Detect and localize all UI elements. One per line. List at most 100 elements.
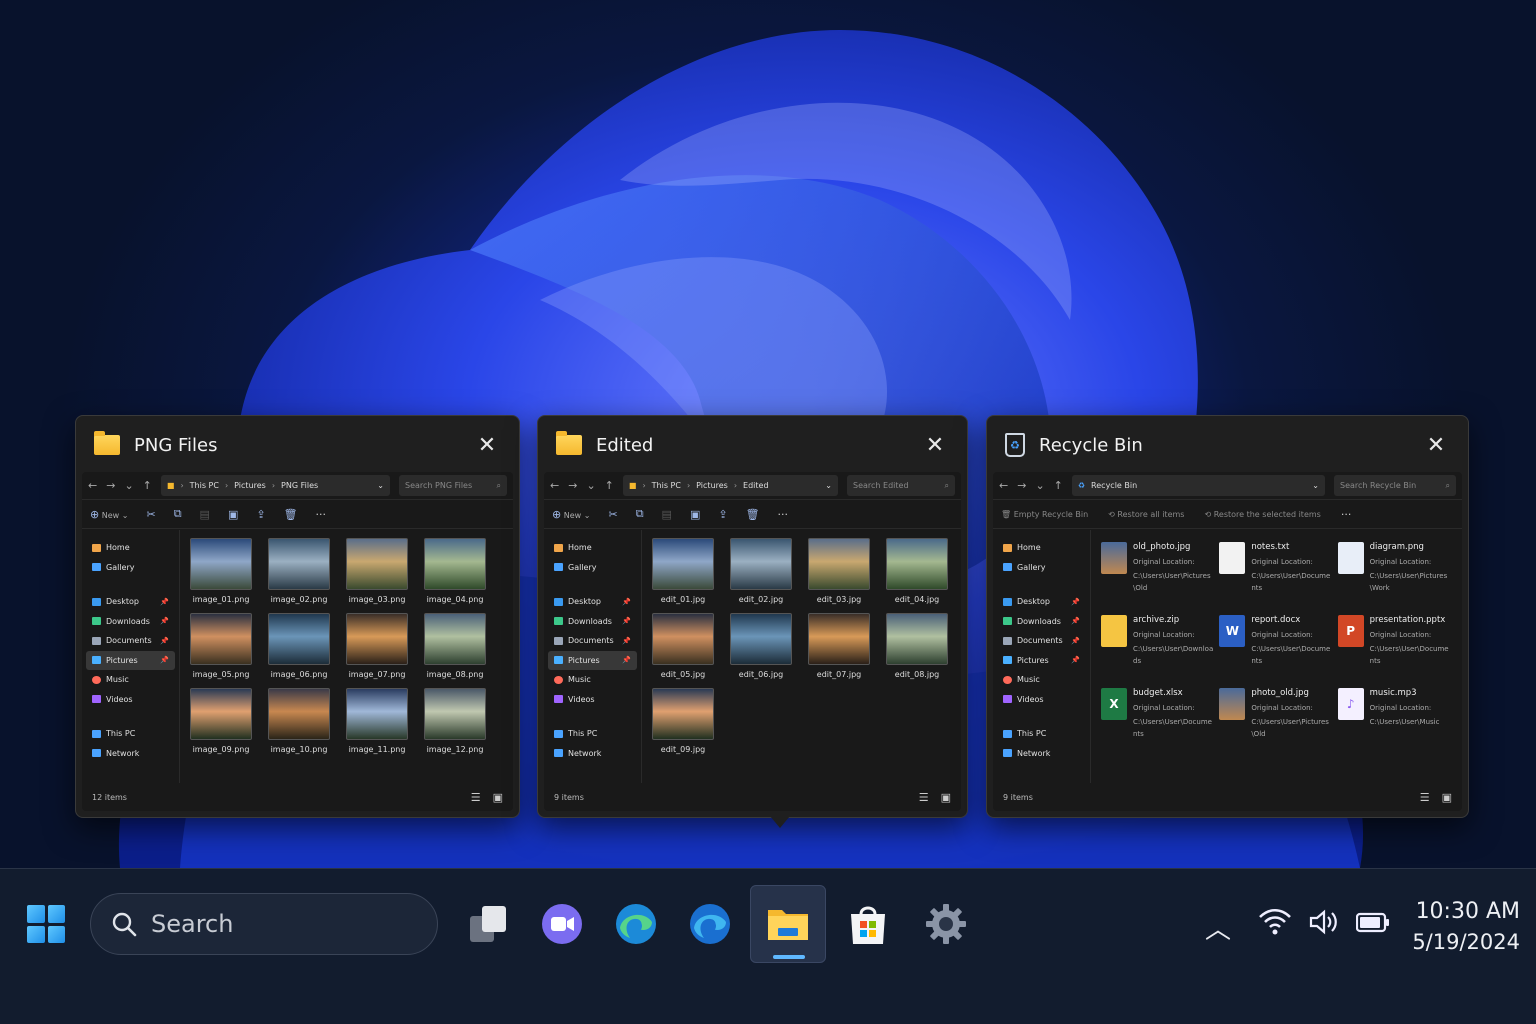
wifi-icon[interactable] [1258,907,1292,944]
nav-item-documents[interactable]: Documents 📌 [548,631,637,651]
file-explorer-button[interactable] [750,885,826,963]
close-button[interactable]: ✕ [921,431,949,459]
large-icons-view-icon[interactable]: ▣ [1442,791,1452,804]
large-icons-view-icon[interactable]: ▣ [941,791,951,804]
deleted-item[interactable]: diagram.png Original Location: C:\Users\Us… [1337,542,1452,615]
file-tile[interactable]: edit_07.jpg [808,613,870,679]
file-tile[interactable]: edit_04.jpg [886,538,948,604]
nav-item-videos[interactable]: Videos [86,690,175,710]
nav-item-downloads[interactable]: Downloads 📌 [997,612,1086,632]
deleted-item[interactable]: Xbudget.xlsx Original Location: C:\Users\U… [1101,688,1215,761]
window-preview-recycle-bin[interactable]: ♻ Recycle Bin ✕ ← → ⌄ ↑ ♻ Recycle Bin ⌄ … [986,415,1469,818]
details-view-icon[interactable]: ☰ [471,791,481,804]
breadcrumb[interactable]: ♻ Recycle Bin ⌄ [1071,475,1325,496]
task-view-button[interactable] [450,885,526,963]
deleted-item[interactable]: Ppresentation.pptx Original Location: C:\U… [1337,615,1452,688]
file-tile[interactable]: edit_02.jpg [730,538,792,604]
large-icons-view-icon[interactable]: ▣ [493,791,503,804]
cut-icon[interactable]: ✂ [146,508,155,521]
more-icon[interactable]: ··· [316,508,327,521]
nav-item-pictures[interactable]: Pictures 📌 [548,650,637,670]
new-button[interactable]: ⊕ New ⌄ [90,508,128,521]
deleted-item[interactable]: ♪ music.mp3 Original Location: C:\Users\Use… [1337,688,1452,761]
restore-selected-button[interactable]: ⟲ Restore the selected items [1204,510,1320,519]
share-icon[interactable]: ⇪ [256,508,265,521]
up-icon[interactable]: ↑ [1054,479,1063,492]
teams-button[interactable] [524,885,600,963]
paste-icon[interactable]: ▤ [200,508,210,521]
nav-item-this-pc[interactable]: This PC [86,724,175,744]
file-tile[interactable]: edit_09.jpg [652,688,714,754]
nav-item-gallery[interactable]: Gallery [86,558,175,578]
breadcrumb[interactable]: ■ › This PC › Pictures › Edited ⌄ [622,475,838,496]
file-tile[interactable]: edit_05.jpg [652,613,714,679]
nav-item-this-pc[interactable]: This PC [548,724,637,744]
file-tile[interactable]: edit_01.jpg [652,538,714,604]
nav-item-pictures[interactable]: Pictures 📌 [86,650,175,670]
copy-icon[interactable]: ⧉ [174,507,182,521]
nav-item-videos[interactable]: Videos [548,690,637,710]
file-tile[interactable]: edit_06.jpg [730,613,792,679]
nav-item-desktop[interactable]: Desktop 📌 [548,592,637,612]
nav-item-documents[interactable]: Documents 📌 [86,631,175,651]
file-tile[interactable]: image_07.png [346,613,408,679]
copy-icon[interactable]: ⧉ [636,507,644,521]
volume-icon[interactable] [1308,907,1342,944]
file-tile[interactable]: image_11.png [346,688,408,754]
file-tile[interactable]: image_09.png [190,688,252,754]
nav-item-downloads[interactable]: Downloads 📌 [548,612,637,632]
close-button[interactable]: ✕ [473,431,501,459]
forward-icon[interactable]: → [106,479,115,492]
settings-button[interactable] [908,885,984,963]
taskbar-search[interactable]: Search [90,893,438,955]
nav-item-music[interactable]: Music [86,670,175,690]
details-view-icon[interactable]: ☰ [919,791,929,804]
empty-recycle-bin-button[interactable]: 🗑 Empty Recycle Bin [1001,510,1088,519]
new-button[interactable]: ⊕ New ⌄ [552,508,590,521]
deleted-item[interactable]: notes.txt Original Location: C:\Users\User… [1219,542,1333,615]
rename-icon[interactable]: ▣ [690,508,700,521]
details-view-icon[interactable]: ☰ [1420,791,1430,804]
deleted-item[interactable]: photo_old.jpg Original Location: C:\Users\… [1219,688,1333,761]
edge-button[interactable] [598,885,674,963]
more-icon[interactable]: ··· [778,508,789,521]
nav-item-music[interactable]: Music [548,670,637,690]
file-tile[interactable]: image_01.png [190,538,252,604]
close-button[interactable]: ✕ [1422,431,1450,459]
nav-item-gallery[interactable]: Gallery [548,558,637,578]
nav-item-pictures[interactable]: Pictures 📌 [997,651,1086,671]
nav-item-gallery[interactable]: Gallery [997,558,1086,578]
up-icon[interactable]: ↑ [605,479,614,492]
breadcrumb-item[interactable]: This PC [652,481,681,490]
breadcrumb[interactable]: ■ › This PC › Pictures › PNG Files ⌄ [160,475,390,496]
cut-icon[interactable]: ✂ [608,508,617,521]
search-input[interactable]: Search Recycle Bin ⌕ [1334,475,1456,496]
paste-icon[interactable]: ▤ [662,508,672,521]
restore-all-button[interactable]: ⟲ Restore all items [1108,510,1184,519]
share-icon[interactable]: ⇪ [718,508,727,521]
up-icon[interactable]: ↑ [143,479,152,492]
nav-item-downloads[interactable]: Downloads 📌 [86,612,175,632]
chevron-down-icon[interactable]: ⌄ [586,479,595,492]
start-button[interactable] [27,905,65,943]
battery-icon[interactable] [1355,911,1390,942]
delete-icon[interactable]: 🗑 [284,508,298,521]
nav-item-videos[interactable]: Videos [997,690,1086,710]
window-preview-edited[interactable]: Edited ✕ ← → ⌄ ↑ ■ › This PC › Pictures › E… [537,415,968,818]
forward-icon[interactable]: → [568,479,577,492]
file-tile[interactable]: edit_08.jpg [886,613,948,679]
file-tile[interactable]: image_03.png [346,538,408,604]
file-tile[interactable]: image_08.png [424,613,486,679]
nav-item-home[interactable]: Home [86,538,175,558]
nav-item-desktop[interactable]: Desktop 📌 [86,592,175,612]
file-tile[interactable]: image_04.png [424,538,486,604]
deleted-item[interactable]: Wreport.docx Original Location: C:\Users\U… [1219,615,1333,688]
nav-item-home[interactable]: Home [997,538,1086,558]
chevron-down-icon[interactable]: ⌄ [377,481,384,490]
breadcrumb-item[interactable]: Recycle Bin [1091,481,1137,490]
nav-item-this-pc[interactable]: This PC [997,724,1086,744]
breadcrumb-item[interactable]: Pictures [234,481,266,490]
rename-icon[interactable]: ▣ [228,508,238,521]
breadcrumb-item[interactable]: This PC [190,481,219,490]
breadcrumb-item[interactable]: Edited [743,481,769,490]
